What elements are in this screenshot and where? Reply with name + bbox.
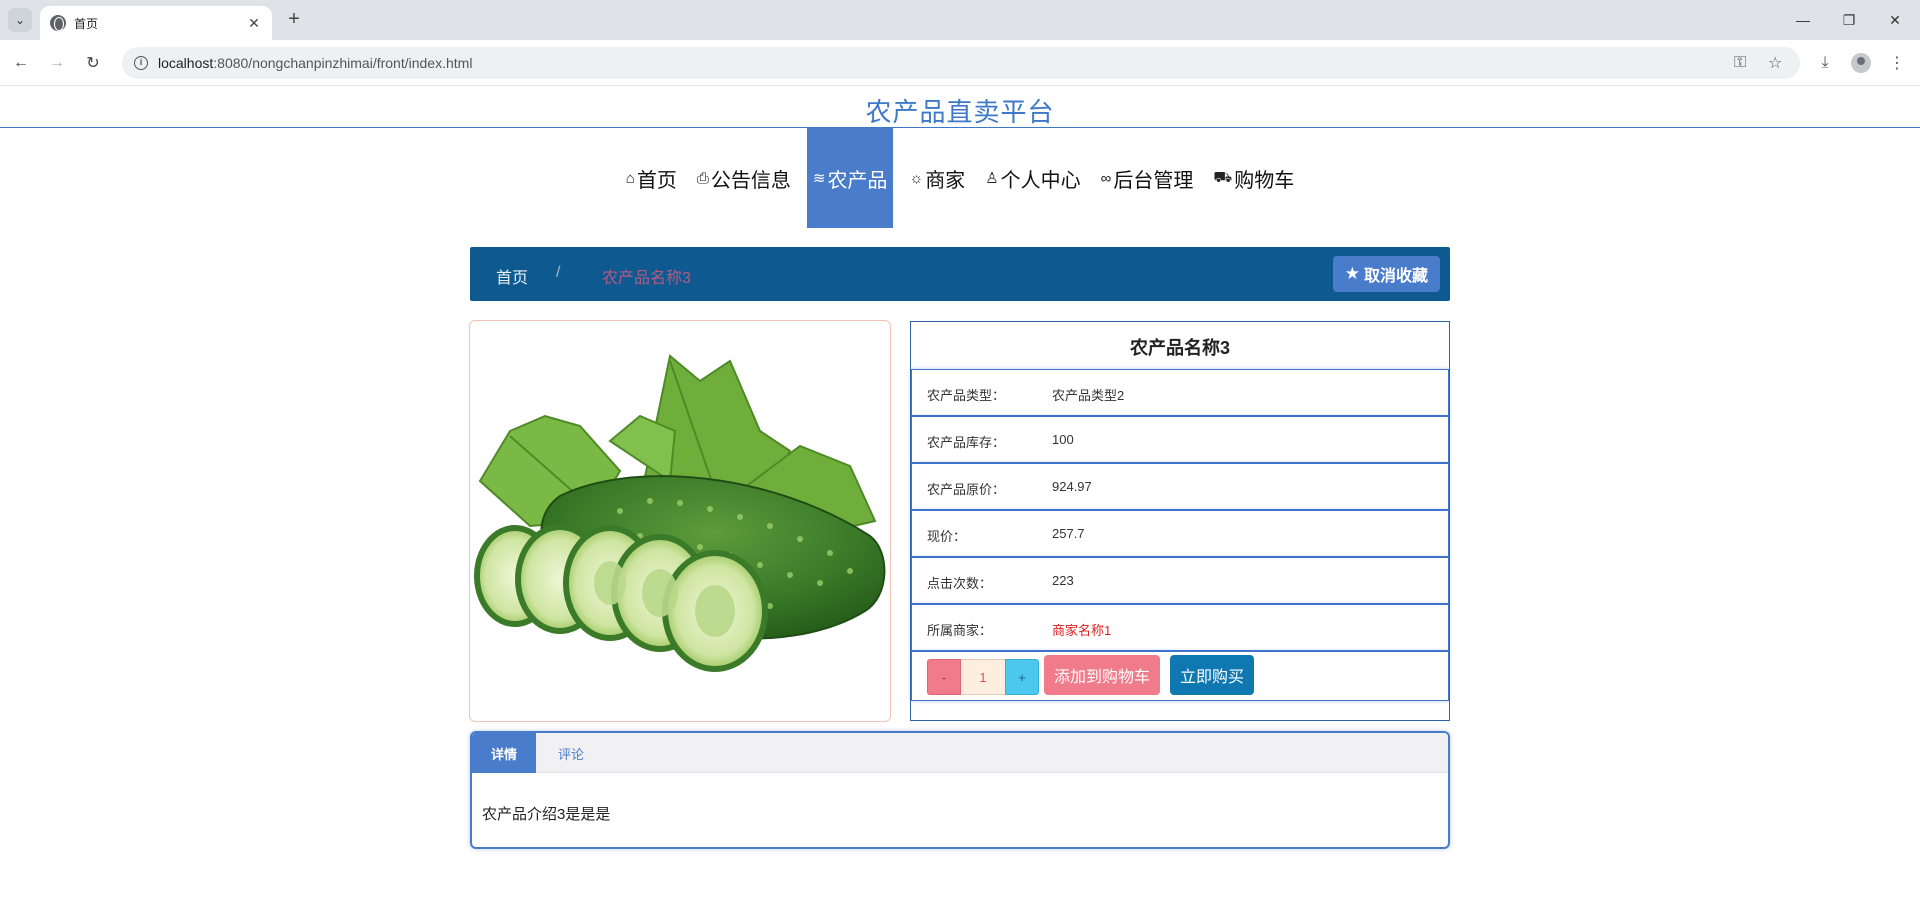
info-row-stock: 农产品库存： 100: [911, 416, 1449, 463]
chevron-down-icon: ⌄: [14, 13, 26, 27]
info-value: 农产品类型2: [1052, 388, 1125, 403]
info-row-merchant: 所属商家： 商家名称1: [911, 604, 1449, 651]
nav-item-home[interactable]: ⌂ 首页: [622, 128, 681, 228]
info-label: 点击次数：: [927, 576, 993, 591]
quantity-increase-button[interactable]: +: [1005, 659, 1039, 695]
info-row-original-price: 农产品原价： 924.97: [911, 463, 1449, 510]
info-row-current-price: 现价： 257.7: [911, 510, 1449, 557]
download-icon[interactable]: ⤓: [1812, 50, 1838, 76]
restore-button[interactable]: ❐: [1826, 0, 1872, 40]
info-label: 农产品类型：: [927, 388, 1006, 403]
tab-search-button[interactable]: ⌄: [8, 8, 32, 32]
tabs-header: 详情 评论: [472, 733, 1448, 773]
quantity-input[interactable]: 1: [961, 659, 1005, 695]
breadcrumb-separator: /: [556, 264, 561, 281]
info-label: 农产品库存：: [927, 435, 1006, 450]
sun-icon: ☼: [909, 169, 924, 187]
password-key-icon[interactable]: ⚿: [1734, 47, 1746, 79]
cart-icon: ⛟: [1213, 168, 1233, 186]
breadcrumb: 首页 / 农产品名称3 ★ 取消收藏: [470, 247, 1450, 301]
reload-button[interactable]: ↻: [80, 50, 106, 76]
back-button[interactable]: ←: [8, 50, 34, 76]
address-toolbar: ← → ↻ i localhost:8080/nongchanpinzhimai…: [0, 40, 1920, 86]
info-value: 100: [1052, 432, 1074, 447]
reload-icon: ↻: [86, 55, 100, 72]
info-value: 223: [1052, 573, 1074, 588]
info-value: 924.97: [1052, 479, 1092, 494]
info-label: 所属商家：: [927, 623, 993, 638]
purchase-row: - 1 + 添加到购物车 立即购买: [911, 651, 1449, 701]
quantity-decrease-button[interactable]: -: [927, 659, 961, 695]
browser-tab[interactable]: 首页 ✕: [40, 6, 272, 40]
browser-tab-bar: ⌄ 首页 ✕ + — ❐ ✕: [0, 0, 1920, 40]
product-description: 农产品介绍3是是是: [482, 806, 611, 823]
avatar-icon: [1851, 53, 1871, 73]
layers-icon: ≋: [812, 170, 826, 187]
info-row-clicks: 点击次数： 223: [911, 557, 1449, 604]
close-tab-icon[interactable]: ✕: [246, 15, 262, 32]
site-info-icon[interactable]: i: [134, 56, 148, 70]
globe-icon: [50, 15, 66, 31]
bookmark-star-icon[interactable]: ☆: [1768, 47, 1782, 79]
nav-item-admin[interactable]: ∞ 后台管理: [1097, 128, 1198, 228]
link-icon: ∞: [1100, 169, 1112, 187]
home-icon: ⌂: [625, 169, 635, 187]
announcement-icon: ⎙: [696, 169, 709, 187]
star-icon: ★: [1344, 264, 1360, 283]
unfavorite-button[interactable]: ★ 取消收藏: [1332, 256, 1440, 292]
arrow-left-icon: ←: [13, 54, 29, 71]
arrow-right-icon: →: [49, 54, 65, 71]
user-icon: ♙: [985, 170, 999, 187]
merchant-link[interactable]: 商家名称1: [1052, 620, 1111, 639]
product-image: [469, 320, 891, 722]
nav-item-products[interactable]: ≋ 农产品: [806, 128, 894, 228]
url-text: localhost:8080/nongchanpinzhimai/front/i…: [158, 55, 473, 71]
info-value: 257.7: [1052, 526, 1085, 541]
profile-button[interactable]: [1848, 50, 1874, 76]
nav-item-announcements[interactable]: ⎙ 公告信息: [693, 128, 795, 228]
nav-item-merchants[interactable]: ☼ 商家: [905, 128, 969, 228]
tab-detail[interactable]: 详情: [472, 733, 536, 773]
tab-comments[interactable]: 评论: [536, 733, 606, 773]
breadcrumb-current: 农产品名称3: [602, 270, 691, 287]
site-title: 农产品直卖平台: [865, 97, 1055, 127]
address-bar[interactable]: i localhost:8080/nongchanpinzhimai/front…: [122, 47, 1800, 79]
info-row-type: 农产品类型： 农产品类型2: [911, 369, 1449, 416]
detail-tabs-panel: 详情 评论 农产品介绍3是是是: [470, 731, 1450, 849]
add-to-cart-button[interactable]: 添加到购物车: [1044, 655, 1160, 695]
main-nav: ⌂ 首页 ⎙ 公告信息 ≋ 农产品 ☼ 商家 ♙ 个人中心 ∞ 后台管理 ⛟ 购物车: [0, 128, 1920, 228]
product-name: 农产品名称3: [1129, 338, 1230, 358]
cucumber-illustration: [474, 354, 886, 672]
buy-now-button[interactable]: 立即购买: [1170, 655, 1254, 695]
nav-item-cart[interactable]: ⛟ 购物车: [1209, 128, 1298, 228]
forward-button[interactable]: →: [44, 50, 70, 76]
browser-tab-title: 首页: [74, 16, 99, 31]
close-window-button[interactable]: ✕: [1872, 0, 1918, 40]
minimize-button[interactable]: —: [1780, 0, 1826, 40]
nav-item-personal-center[interactable]: ♙ 个人中心: [981, 128, 1084, 228]
new-tab-button[interactable]: +: [282, 8, 306, 32]
product-info-panel: 农产品名称3 农产品类型： 农产品类型2 农产品库存： 100 农产品原价： 9…: [910, 321, 1450, 721]
breadcrumb-home-link[interactable]: 首页: [496, 264, 528, 288]
menu-kebab-icon[interactable]: ⋮: [1884, 50, 1910, 76]
info-label: 农产品原价：: [927, 482, 1006, 497]
info-label: 现价：: [927, 529, 967, 544]
